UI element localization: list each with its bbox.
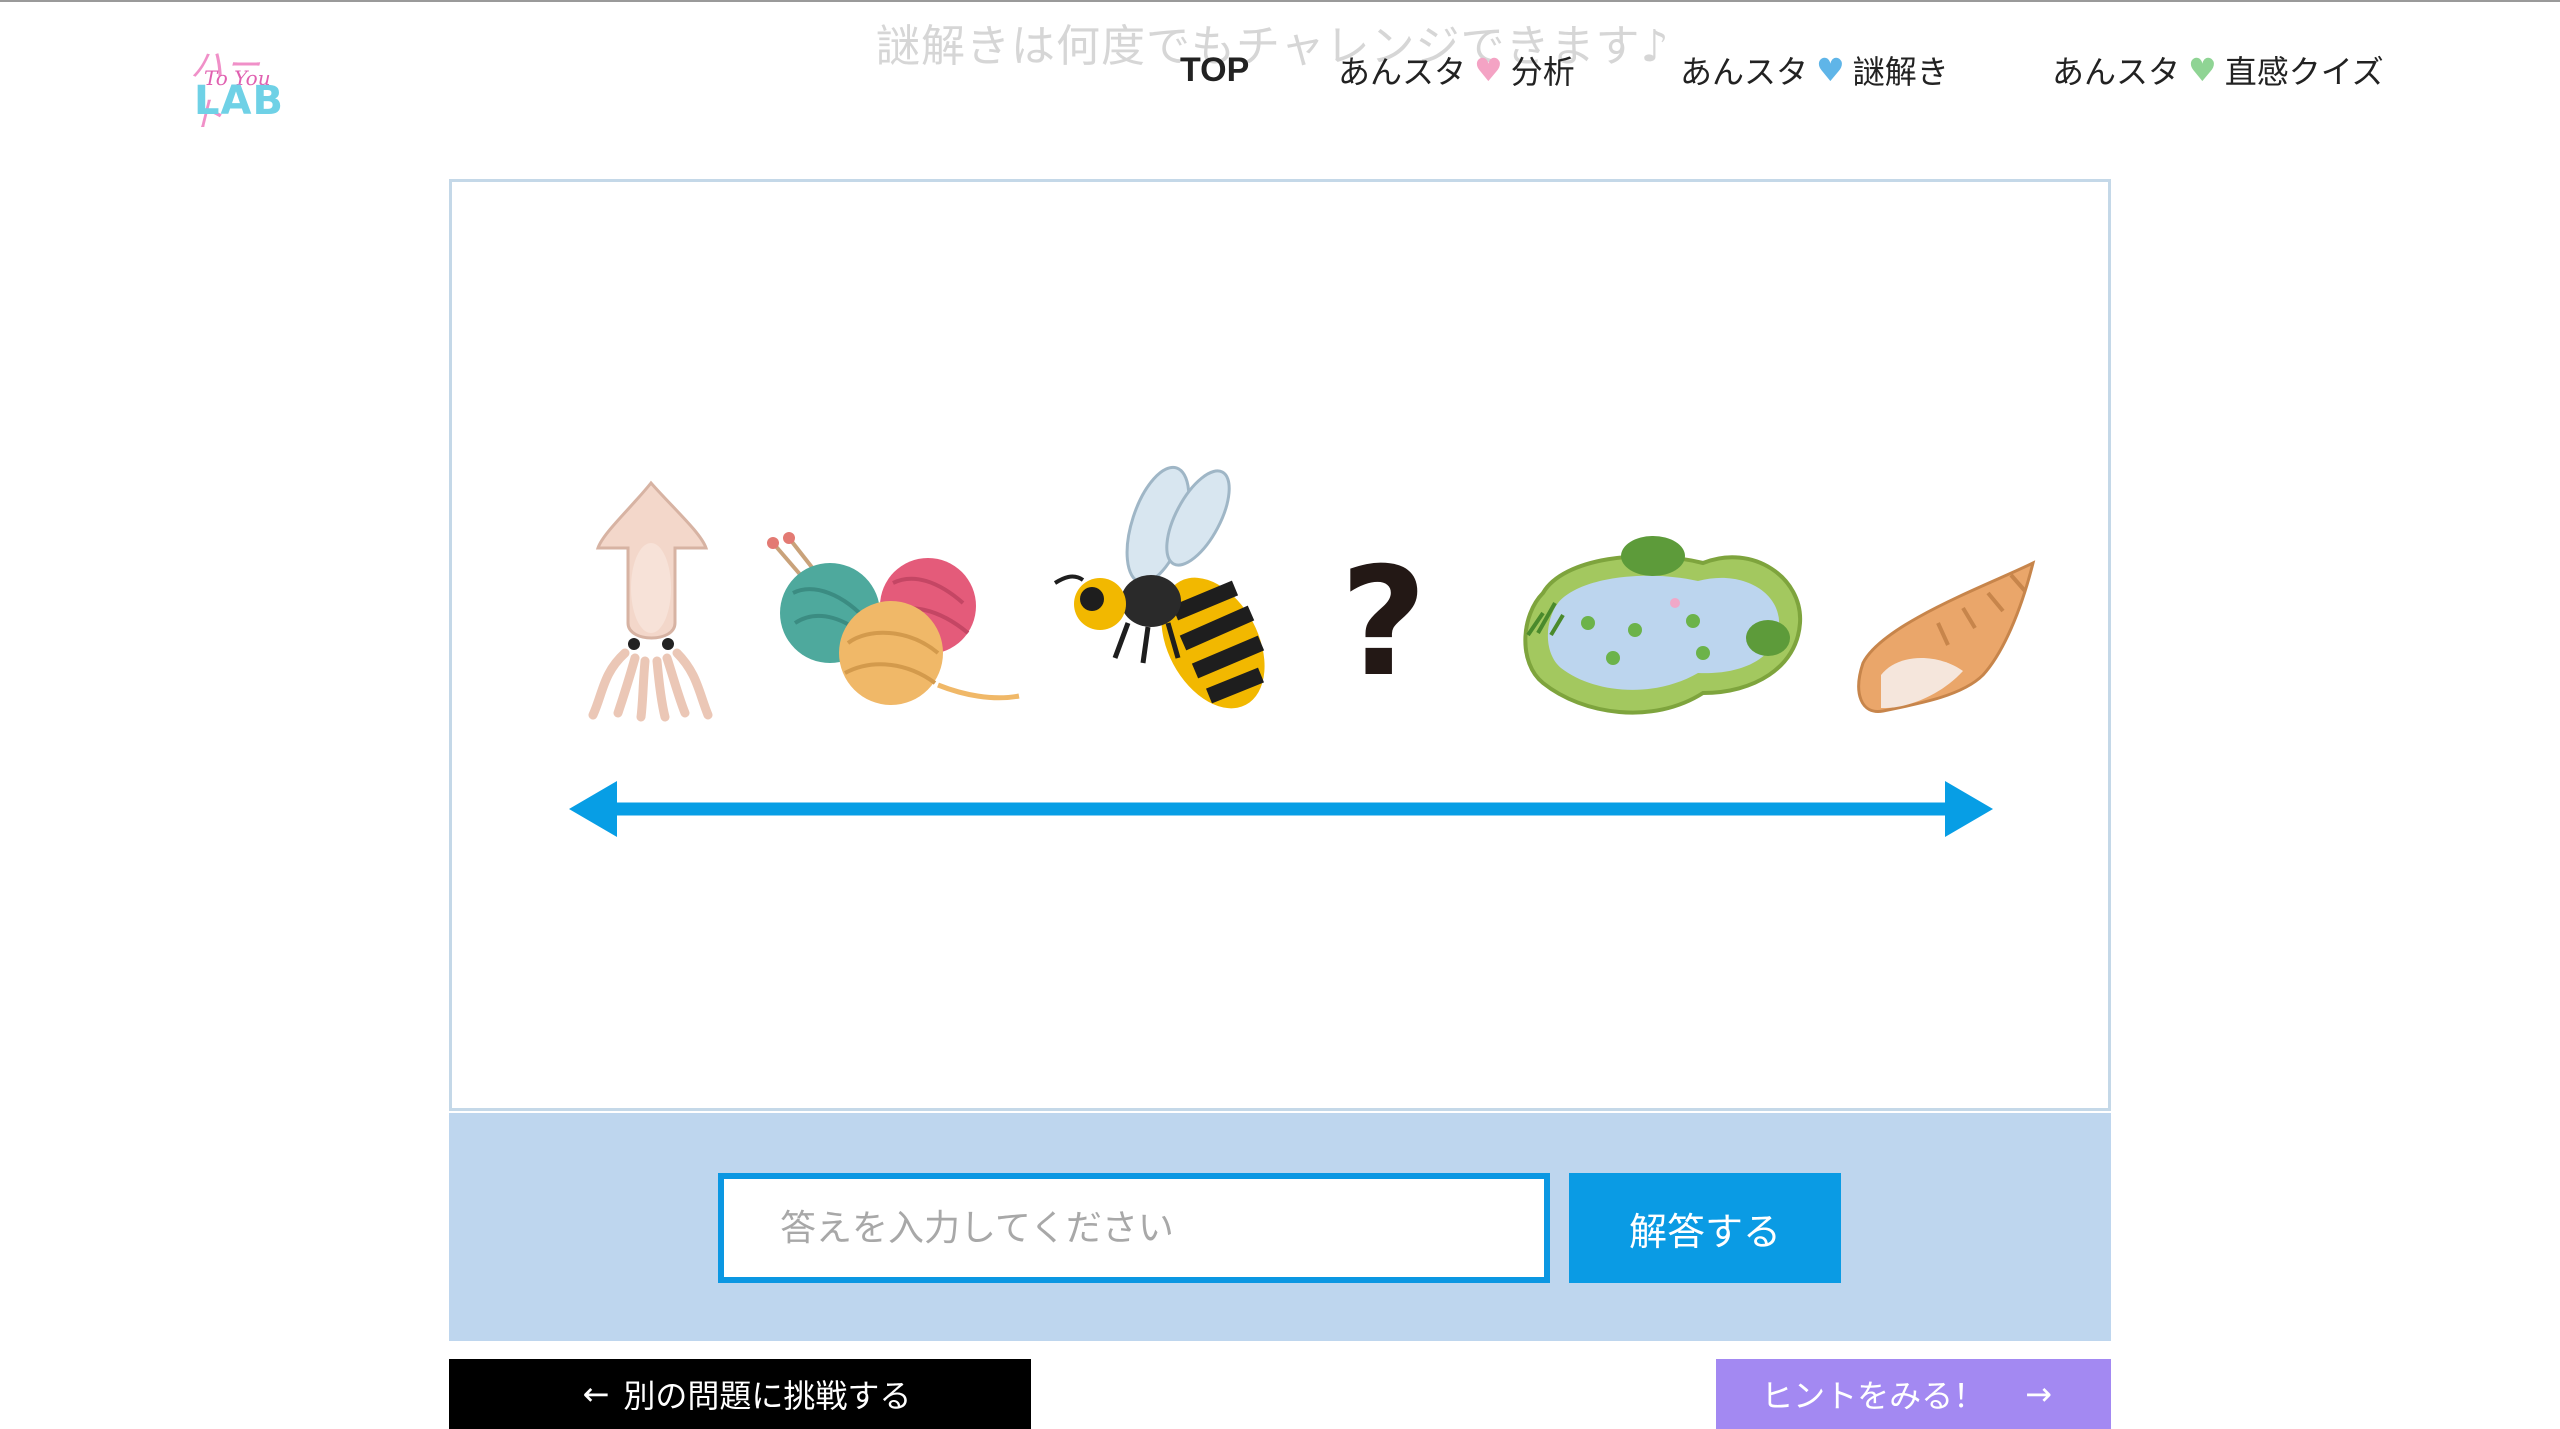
hint-button[interactable]: ヒントをみる！ → xyxy=(1716,1359,2111,1429)
puzzle-illustration xyxy=(569,465,2036,837)
puzzle-question-mark: ? xyxy=(1340,536,1428,710)
squid-icon xyxy=(588,480,713,722)
nav-analysis-suffix: 分析 xyxy=(1510,53,1575,91)
blue-heart-icon: ♥ xyxy=(1816,51,1845,89)
puzzle-card xyxy=(449,179,2111,1111)
nav-analysis-link[interactable]: あんスタ ♥ 分析 xyxy=(1338,48,1575,92)
conch-shell-icon xyxy=(1857,560,2036,713)
nav-analysis-prefix: あんスタ xyxy=(1338,53,1467,91)
site-logo[interactable]: ハート To You LAB xyxy=(186,38,283,135)
nav-nazotoki-link[interactable]: あんスタ ♥ 謎解き xyxy=(1680,48,1949,92)
pink-heart-icon: ♥ xyxy=(1474,51,1503,89)
pond-icon xyxy=(1523,536,1803,715)
nav-quiz-prefix: あんスタ xyxy=(2052,53,2181,91)
other-problem-button[interactable]: ← 別の問題に挑戦する xyxy=(449,1359,1031,1429)
submit-answer-label: 解答する xyxy=(1628,1209,1781,1254)
nav-top-link[interactable]: TOP xyxy=(1180,48,1249,92)
nav-nazotoki-prefix: あんスタ xyxy=(1680,53,1809,91)
arrow-left-icon: ← xyxy=(582,1375,610,1413)
green-heart-icon: ♥ xyxy=(2188,51,2217,89)
nav-quiz-suffix: 直感クイズ xyxy=(2224,53,2384,91)
arrow-right-icon: → xyxy=(2025,1375,2052,1413)
nav-quiz-link[interactable]: あんスタ ♥ 直感クイズ xyxy=(2052,48,2384,92)
other-problem-label: 別の問題に挑戦する xyxy=(623,1377,912,1415)
submit-answer-button[interactable]: 解答する xyxy=(1569,1173,1841,1283)
bee-icon xyxy=(1053,465,1265,709)
hint-label: ヒントをみる！ xyxy=(1761,1377,1986,1415)
nav-top-label: TOP xyxy=(1180,50,1250,89)
nav-nazotoki-suffix: 謎解き xyxy=(1852,53,1949,91)
sequence-double-arrow xyxy=(569,781,1993,837)
yarn-balls-icon xyxy=(767,532,1020,705)
answer-input[interactable] xyxy=(718,1173,1550,1283)
window-top-border xyxy=(0,0,2560,2)
logo-text-lab: LAB xyxy=(194,78,284,124)
